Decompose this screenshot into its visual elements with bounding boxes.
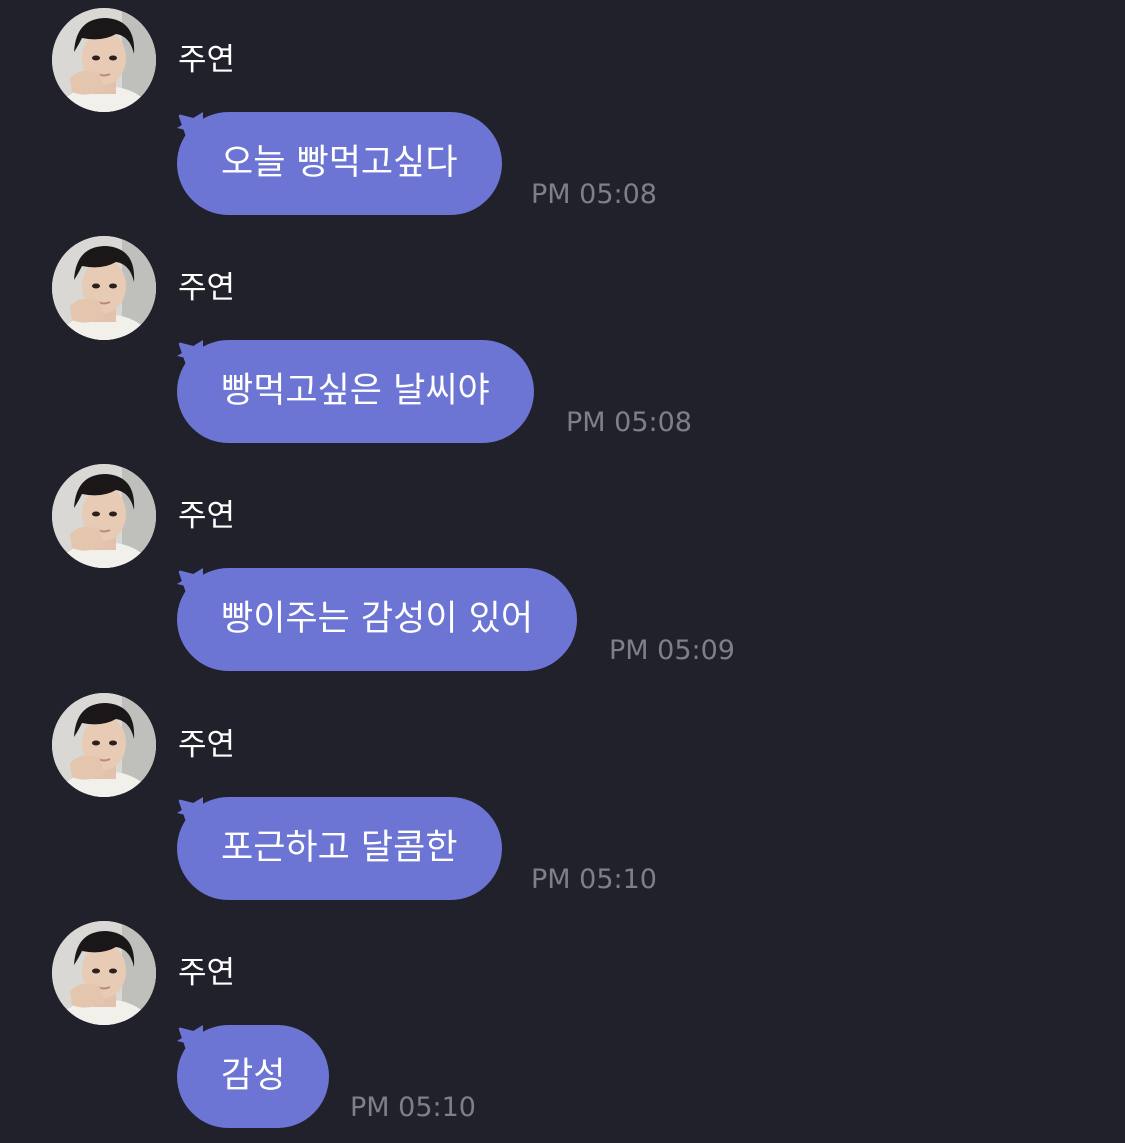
sender-name: 주연 [178, 955, 236, 991]
message-group: 주연 빵먹고싶은 날씨야 PM 05:08 [0, 228, 1125, 456]
profile-photo-icon [52, 693, 156, 797]
sender-name: 주연 [178, 42, 236, 78]
avatar[interactable] [52, 693, 156, 797]
message-bubble[interactable]: 감성 [177, 1025, 330, 1128]
sender-name: 주연 [178, 270, 236, 306]
message-timestamp: PM 05:08 [531, 179, 657, 210]
profile-photo-icon [52, 921, 156, 1025]
message-timestamp: PM 05:08 [566, 407, 692, 438]
message-bubble[interactable]: 오늘 빵먹고싶다 [177, 112, 502, 215]
message-group: 주연 빵이주는 감성이 있어 PM 05:09 [0, 456, 1125, 684]
sender-name: 주연 [178, 727, 236, 763]
message-group: 주연 오늘 빵먹고싶다 PM 05:08 [0, 0, 1125, 228]
message-timestamp: PM 05:09 [609, 635, 735, 666]
avatar[interactable] [52, 236, 156, 340]
avatar[interactable] [52, 921, 156, 1025]
message-group: 주연 포근하고 달콤한 PM 05:10 [0, 685, 1125, 913]
message-timestamp: PM 05:10 [350, 1092, 476, 1123]
message-bubble[interactable]: 빵이주는 감성이 있어 [177, 568, 578, 671]
profile-photo-icon [52, 236, 156, 340]
chat-message-list[interactable]: 주연 오늘 빵먹고싶다 PM 05:08 주연 빵먹고싶은 날씨야 PM 05:… [0, 0, 1125, 1143]
message-group: 주연 감성 PM 05:10 [0, 913, 1125, 1141]
profile-photo-icon [52, 8, 156, 112]
sender-name: 주연 [178, 498, 236, 534]
message-timestamp: PM 05:10 [531, 864, 657, 895]
profile-photo-icon [52, 464, 156, 568]
message-bubble[interactable]: 빵먹고싶은 날씨야 [177, 340, 534, 443]
message-bubble[interactable]: 포근하고 달콤한 [177, 797, 502, 900]
avatar[interactable] [52, 464, 156, 568]
avatar[interactable] [52, 8, 156, 112]
